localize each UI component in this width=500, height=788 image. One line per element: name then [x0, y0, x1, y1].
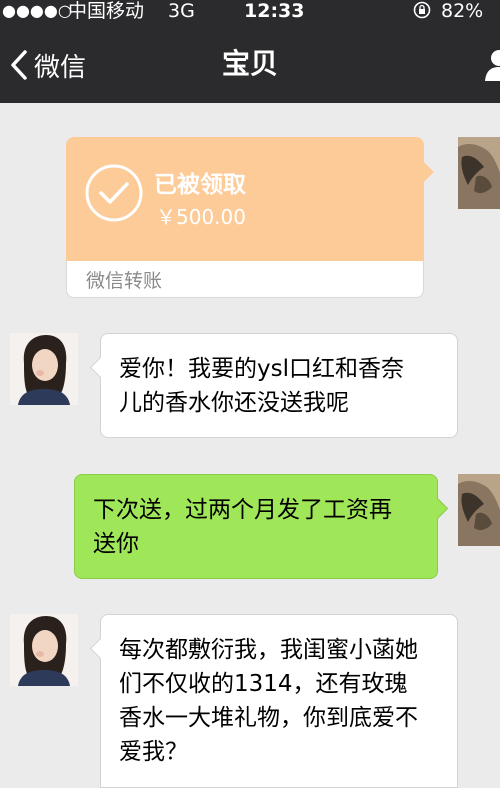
chat-title: 宝贝: [221, 47, 278, 80]
my-avatar[interactable]: [458, 137, 500, 209]
contact-avatar[interactable]: [10, 333, 78, 405]
user-icon[interactable]: [484, 48, 500, 82]
battery-percent: 82%: [441, 0, 484, 22]
transfer-card-footer: 微信转账: [66, 261, 424, 298]
top-bar: ●●●●○ 中国移动 3G 12:33 82% 微信 宝贝: [0, 0, 500, 103]
message-text: 下次送，过两个月发了工资再 送你: [93, 497, 392, 557]
avatar-image: [10, 614, 78, 686]
check-circle-icon: [85, 164, 143, 222]
clock: 12:33: [244, 0, 305, 22]
signal-strength: ●●●●○: [2, 1, 72, 20]
chat-bubble[interactable]: 爱你！我要的ysl口红和香奈 儿的香水你还没送我呢: [89, 333, 458, 438]
message-text: 每次都敷衍我，我闺蜜小菡她 们不仅收的1314，还有玫瑰 香水一大堆礼物，你到底…: [119, 637, 418, 765]
transfer-amount: ￥500.00: [156, 205, 246, 229]
bubble-tail: [89, 637, 112, 660]
chat-bubble[interactable]: 下次送，过两个月发了工资再 送你: [74, 474, 449, 579]
avatar-image: [458, 474, 500, 546]
transfer-source-label: 微信转账: [86, 270, 163, 292]
rotation-lock-icon: [413, 1, 431, 19]
message-text: 爱你！我要的ysl口红和香奈 儿的香水你还没送我呢: [119, 356, 404, 416]
carrier-name: 中国移动: [68, 0, 145, 22]
my-avatar[interactable]: [458, 474, 500, 546]
status-bar: ●●●●○ 中国移动 3G 12:33 82%: [0, 0, 500, 22]
chat-bubble[interactable]: 每次都敷衍我，我闺蜜小菡她 们不仅收的1314，还有玫瑰 香水一大堆礼物，你到底…: [89, 614, 458, 788]
avatar-image: [458, 137, 500, 209]
transfer-card-body: 已被领取 ￥500.00: [66, 137, 424, 261]
contact-avatar[interactable]: [10, 614, 78, 686]
bubble-tail: [89, 356, 112, 379]
transfer-card[interactable]: 已被领取 ￥500.00 微信转账: [66, 137, 434, 298]
transfer-status: 已被领取: [154, 172, 246, 198]
avatar-image: [10, 333, 78, 405]
network-type: 3G: [168, 0, 195, 22]
bubble-tail: [426, 497, 449, 520]
